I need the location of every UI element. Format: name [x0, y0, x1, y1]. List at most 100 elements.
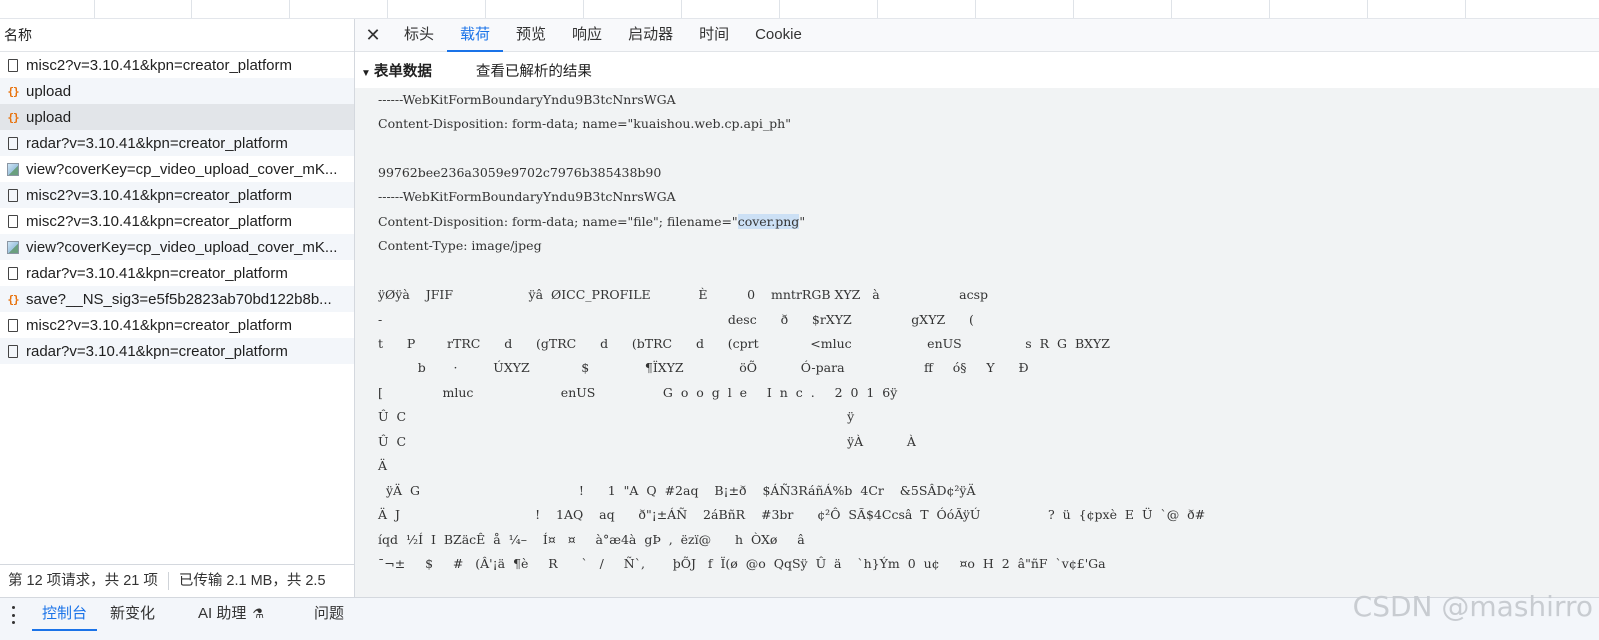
tab-cookies[interactable]: Cookie	[742, 19, 815, 51]
request-detail-panel: ✕ 标头 载荷 预览 响应 启动器 时间 Cookie ▼ 表单数据 查看已解析的…	[355, 19, 1599, 597]
name-column-header[interactable]: 名称	[0, 19, 354, 52]
tab-preview[interactable]: 预览	[503, 19, 559, 51]
timeline-gridline	[877, 0, 878, 18]
request-name: misc2?v=3.10.41&kpn=creator_platform	[26, 56, 292, 74]
binary-line: - desc ð $rXYZ gXYZ (	[378, 312, 974, 327]
network-timeline-overview[interactable]	[0, 0, 1599, 19]
form-data-source: ------WebKitFormBoundaryYndu9B3tcNnrsWGA…	[355, 88, 1599, 597]
request-name: misc2?v=3.10.41&kpn=creator_platform	[26, 316, 292, 334]
binary-line: Ä J ! 1AQ aq ð"¡±ÁÑ 2áBñR #3br ¢²Ô SÃ$4C…	[378, 507, 1206, 522]
image-icon	[5, 161, 21, 177]
binary-line: b · ÚXYZ $ ¶ÏXYZ öÕ Ó-para ff ó§ Y Ð	[378, 360, 1029, 375]
payload-file-disposition-line: Content-Disposition: form-data; name="fi…	[378, 210, 805, 234]
request-name: radar?v=3.10.41&kpn=creator_platform	[26, 264, 288, 282]
document-icon	[5, 213, 21, 229]
request-row[interactable]: radar?v=3.10.41&kpn=creator_platform	[0, 260, 354, 286]
timeline-gridline	[1073, 0, 1074, 18]
bottom-drawer: 控制台 新变化 AI 助理 ⚗ 问题 CSDN @mashirro	[0, 590, 1599, 640]
selected-filename: cover.png	[737, 214, 800, 229]
binary-line: [ mluc enUS G o o g l e I n c . 2 0 1 6ÿ	[378, 385, 898, 400]
document-icon	[5, 343, 21, 359]
document-icon	[5, 57, 21, 73]
close-icon[interactable]: ✕	[355, 25, 391, 46]
binary-line: ÿÄ G ! 1 "A Q #2aq B¡±ð $ÁÑ3RáñÁ%b 4Cr &…	[378, 483, 976, 498]
tab-ai-assistance[interactable]: AI 助理 ⚗	[198, 598, 264, 630]
fetch-xhr-icon: {}	[7, 110, 19, 124]
request-name: view?coverKey=cp_video_upload_cover_mK..…	[26, 160, 338, 178]
request-row[interactable]: misc2?v=3.10.41&kpn=creator_platform	[0, 52, 354, 78]
request-row[interactable]: misc2?v=3.10.41&kpn=creator_platform	[0, 208, 354, 234]
payload-value-line: 99762bee236a3059e9702c7976b385438b90	[378, 165, 662, 180]
document-icon	[5, 317, 21, 333]
document-icon	[5, 187, 21, 203]
request-name: misc2?v=3.10.41&kpn=creator_platform	[26, 186, 292, 204]
tab-payload[interactable]: 载荷	[447, 19, 504, 52]
tab-headers[interactable]: 标头	[391, 19, 447, 51]
disposition-prefix: Content-Disposition: form-data; name="fi…	[378, 214, 738, 229]
document-icon	[5, 265, 21, 281]
request-list-panel: 名称 misc2?v=3.10.41&kpn=creator_platform …	[0, 19, 355, 597]
image-icon	[5, 239, 21, 255]
timeline-gridline	[779, 0, 780, 18]
request-row[interactable]: view?coverKey=cp_video_upload_cover_mK..…	[0, 156, 354, 182]
disposition-suffix: "	[799, 214, 806, 229]
tab-issues[interactable]: 问题	[314, 598, 344, 630]
binary-line: ¯¬± $ # (Â'¡ä ¶è R ` / Ñ`, þÕJ f Ï(ø @o …	[378, 556, 1106, 571]
watermark: CSDN @mashirro	[1352, 590, 1593, 623]
binary-line: Ä	[378, 458, 388, 473]
request-row[interactable]: radar?v=3.10.41&kpn=creator_platform	[0, 338, 354, 364]
request-name: upload	[26, 108, 72, 126]
fetch-xhr-icon: {}	[7, 84, 19, 98]
form-data-section-header: ▼ 表单数据 查看已解析的结果	[355, 52, 1599, 88]
timeline-gridline	[485, 0, 486, 18]
binary-line: Û C ÿ	[378, 409, 855, 424]
tab-initiator[interactable]: 启动器	[615, 19, 686, 51]
request-row[interactable]: view?coverKey=cp_video_upload_cover_mK..…	[0, 234, 354, 260]
request-row-selected[interactable]: {} upload	[0, 104, 354, 130]
transferred-size: 已传输 2.1 MB，共 2.5	[178, 573, 326, 589]
timeline-gridline	[387, 0, 388, 18]
binary-line: ÿØÿà JFIF ÿâ ØICC_PROFILE È 0 mntrRGB XY…	[378, 287, 989, 302]
more-options-icon[interactable]	[10, 606, 16, 624]
tab-timing[interactable]: 时间	[686, 19, 742, 51]
fetch-xhr-icon: {}	[7, 292, 19, 306]
timeline-gridline	[1465, 0, 1466, 18]
request-name: upload	[26, 82, 72, 100]
network-summary-bar: 第 12 项请求，共 21 项 已传输 2.1 MB，共 2.5	[0, 564, 354, 597]
payload-disposition-line: Content-Disposition: form-data; name="ku…	[378, 116, 791, 131]
timeline-gridline	[289, 0, 290, 18]
request-name: view?coverKey=cp_video_upload_cover_mK..…	[26, 238, 338, 256]
form-data-title: 表单数据	[373, 63, 432, 80]
payload-boundary-line: ------WebKitFormBoundaryYndu9B3tcNnrsWGA	[378, 92, 676, 107]
form-data-toggle[interactable]: ▼ 表单数据	[355, 60, 432, 81]
ai-assistance-label: AI 助理	[198, 605, 247, 622]
tab-console[interactable]: 控制台	[31, 598, 98, 631]
timeline-gridline	[191, 0, 192, 18]
divider	[167, 572, 169, 591]
tab-response[interactable]: 响应	[559, 19, 615, 51]
timeline-gridline	[681, 0, 682, 18]
timeline-gridline	[1269, 0, 1270, 18]
document-icon	[5, 135, 21, 151]
request-row[interactable]: radar?v=3.10.41&kpn=creator_platform	[0, 130, 354, 156]
binary-line: t P rTRC d (gTRC d (bTRC d (cprt <mluc e…	[378, 336, 1110, 351]
experiment-flask-icon: ⚗	[252, 606, 264, 621]
detail-tabs: ✕ 标头 载荷 预览 响应 启动器 时间 Cookie	[355, 19, 1599, 52]
timeline-gridline	[94, 0, 95, 18]
request-row[interactable]: {} upload	[0, 78, 354, 104]
request-row[interactable]: misc2?v=3.10.41&kpn=creator_platform	[0, 182, 354, 208]
payload-content-type-line: Content-Type: image/jpeg	[378, 238, 542, 253]
request-list: misc2?v=3.10.41&kpn=creator_platform {} u…	[0, 52, 354, 364]
timeline-gridline	[1171, 0, 1172, 18]
request-row[interactable]: {} save?__NS_sig3=e5f5b2823ab70bd122b8b..…	[0, 286, 354, 312]
binary-line: Û C ÿÀ À	[378, 434, 916, 449]
request-count: 第 12 项请求，共 21 项	[8, 573, 158, 589]
request-name: radar?v=3.10.41&kpn=creator_platform	[26, 134, 288, 152]
tab-whats-new[interactable]: 新变化	[110, 598, 155, 630]
timeline-gridline	[975, 0, 976, 18]
view-parsed-button[interactable]: 查看已解析的结果	[476, 60, 592, 81]
collapse-triangle-icon: ▼	[361, 67, 371, 79]
timeline-gridline	[583, 0, 584, 18]
binary-line: íqd ½Í I BZäcÊ å ¼– Í¤ ¤ à°æ4à gÞ , ëzï@…	[378, 532, 805, 547]
request-row[interactable]: misc2?v=3.10.41&kpn=creator_platform	[0, 312, 354, 338]
